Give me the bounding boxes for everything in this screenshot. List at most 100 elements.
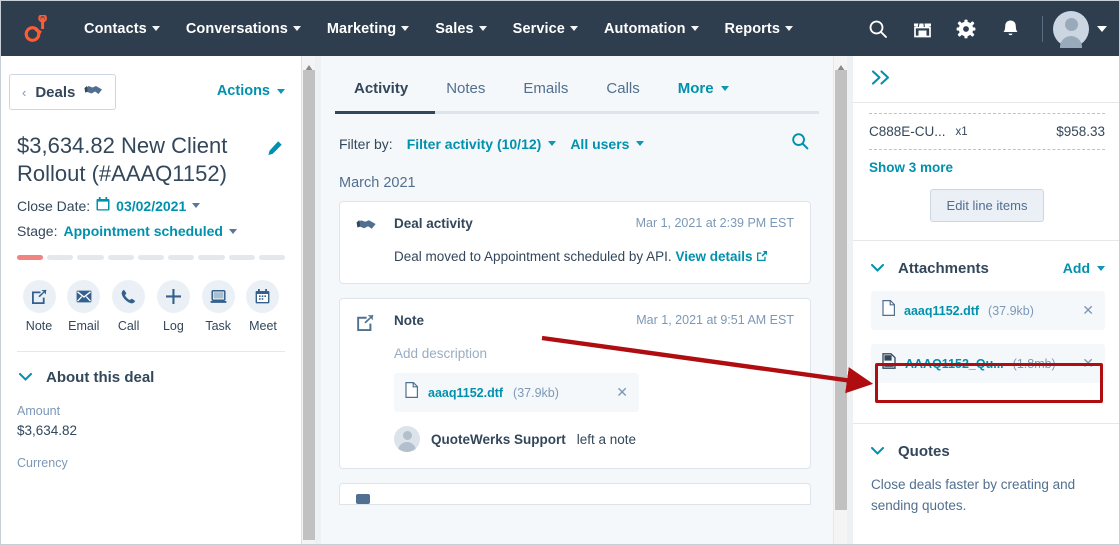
show-more-line-items-link[interactable]: Show 3 more — [869, 160, 1105, 175]
external-link-icon[interactable] — [756, 249, 768, 264]
pdf-file-icon — [882, 353, 896, 374]
timeline-card-partial[interactable] — [339, 483, 811, 505]
stage-segment[interactable] — [198, 255, 224, 260]
filter-activity-dropdown[interactable]: Filter activity (10/12) — [407, 136, 557, 152]
task-icon — [202, 280, 235, 313]
nav-item-conversations[interactable]: Conversations — [173, 21, 314, 37]
scrollbar-thumb[interactable] — [303, 70, 315, 540]
quotes-section-header: Quotes — [853, 424, 1120, 460]
tab-label: More — [678, 80, 714, 97]
tab-activity[interactable]: Activity — [335, 62, 427, 111]
quick-action-task[interactable]: Task — [198, 280, 238, 333]
add-attachment-label: Add — [1063, 260, 1090, 276]
plus-icon — [157, 280, 190, 313]
quick-action-email[interactable]: Email — [64, 280, 104, 333]
property-label-currency: Currency — [17, 456, 285, 470]
stage-segment[interactable] — [17, 255, 43, 260]
stage-segment[interactable] — [229, 255, 255, 260]
add-attachment-button[interactable]: Add — [1063, 260, 1105, 276]
quick-action-label: Task — [205, 319, 231, 333]
tab-emails[interactable]: Emails — [504, 62, 587, 111]
back-to-deals-button[interactable]: ‹ Deals — [9, 74, 116, 110]
stage-segment[interactable] — [259, 255, 285, 260]
line-item-amount: $958.33 — [1056, 124, 1105, 139]
gear-icon[interactable] — [944, 9, 988, 49]
attachments-title: Attachments — [898, 260, 989, 277]
stage-value[interactable]: Appointment scheduled — [63, 223, 222, 239]
timeline-scrollbar[interactable] — [833, 56, 847, 545]
attachment-item-pdf[interactable]: AAAQ1152_Qu... (1.8mb) ✕ — [871, 344, 1105, 383]
nav-item-contacts[interactable]: Contacts — [71, 21, 173, 37]
chevron-left-icon: ‹ — [22, 85, 26, 100]
close-date-value[interactable]: 03/02/2021 — [116, 198, 186, 214]
nav-item-label: Marketing — [327, 21, 396, 37]
nav-item-sales[interactable]: Sales — [422, 21, 499, 37]
chevron-down-icon[interactable] — [192, 203, 200, 208]
view-details-link[interactable]: View details — [675, 249, 752, 264]
close-icon[interactable]: ✕ — [1082, 302, 1094, 319]
quick-action-label: Call — [118, 319, 140, 333]
chevron-down-icon — [479, 26, 487, 31]
close-icon[interactable]: ✕ — [616, 384, 628, 401]
note-icon — [356, 494, 370, 504]
about-this-deal-section-header[interactable]: About this deal — [17, 352, 285, 386]
nav-item-automation[interactable]: Automation — [591, 21, 712, 37]
timeline-card-deal-activity[interactable]: Deal activity Mar 1, 2021 at 2:39 PM EST… — [339, 201, 811, 284]
stage-segment[interactable] — [168, 255, 194, 260]
avatar[interactable] — [1053, 11, 1089, 47]
tab-calls[interactable]: Calls — [587, 62, 658, 111]
nav-item-service[interactable]: Service — [500, 21, 591, 37]
stage-label: Stage: — [17, 223, 57, 239]
page-columns: ‹ Deals Actions — [1, 56, 1120, 545]
stage-segment[interactable] — [108, 255, 134, 260]
property-value-amount[interactable]: $3,634.82 — [17, 423, 285, 438]
file-icon — [405, 382, 418, 403]
nav-item-label: Service — [513, 21, 565, 37]
chevron-double-right-icon[interactable] — [871, 72, 893, 89]
add-description-placeholder[interactable]: Add description — [394, 346, 794, 361]
filter-activity-label: Filter activity (10/12) — [407, 136, 542, 152]
hubspot-deal-record-page: Contacts Conversations Marketing Sales S… — [0, 0, 1120, 545]
edit-line-items-button[interactable]: Edit line items — [930, 189, 1045, 222]
note-attachment[interactable]: aaaq1152.dtf (37.9kb) ✕ — [394, 373, 639, 412]
all-users-dropdown[interactable]: All users — [570, 136, 644, 152]
quick-action-log[interactable]: Log — [153, 280, 193, 333]
tab-notes[interactable]: Notes — [427, 62, 504, 111]
page-title: $3,634.82 New Client Rollout (#AAAQ1152) — [17, 132, 285, 188]
hubspot-sprocket-logo[interactable] — [17, 12, 57, 46]
quick-action-call[interactable]: Call — [109, 280, 149, 333]
attachment-item-dtf[interactable]: aaaq1152.dtf (37.9kb) ✕ — [871, 291, 1105, 330]
nav-item-marketing[interactable]: Marketing — [314, 21, 422, 37]
chevron-down-icon[interactable] — [871, 442, 884, 460]
attachment-filename[interactable]: AAAQ1152_Qu... — [905, 357, 1004, 371]
close-icon[interactable]: ✕ — [1082, 355, 1094, 372]
search-icon[interactable] — [791, 132, 817, 155]
stage-segment[interactable] — [77, 255, 103, 260]
left-sidebar-scrollbar[interactable] — [301, 56, 315, 545]
actions-dropdown-button[interactable]: Actions — [217, 83, 285, 99]
chevron-down-icon[interactable] — [871, 259, 884, 277]
calendar-icon — [246, 280, 279, 313]
quick-action-note[interactable]: Note — [19, 280, 59, 333]
timeline-tabs: Activity Notes Emails Calls More — [321, 62, 833, 111]
tab-more[interactable]: More — [659, 62, 748, 111]
chevron-down-icon[interactable] — [1097, 20, 1107, 38]
note-author-name[interactable]: QuoteWerks Support — [431, 432, 566, 447]
attachment-filename[interactable]: aaaq1152.dtf — [904, 304, 979, 318]
chevron-down-icon[interactable] — [229, 229, 237, 234]
scrollbar-thumb[interactable] — [835, 70, 847, 510]
handshake-icon — [84, 83, 103, 101]
search-icon[interactable] — [856, 9, 900, 49]
bell-icon[interactable] — [988, 9, 1032, 49]
stage-segment[interactable] — [138, 255, 164, 260]
nav-item-reports[interactable]: Reports — [712, 21, 807, 37]
line-item-row[interactable]: C888E-CU... x1 $958.33 — [869, 113, 1105, 150]
stage-segment[interactable] — [47, 255, 73, 260]
quick-action-meet[interactable]: Meet — [243, 280, 283, 333]
timeline-card-note[interactable]: Note Mar 1, 2021 at 9:51 AM EST Add desc… — [339, 298, 811, 469]
attachment-filename[interactable]: aaaq1152.dtf — [428, 386, 503, 400]
right-sidebar: C888E-CU... x1 $958.33 Show 3 more Edit … — [853, 56, 1120, 545]
pencil-icon[interactable] — [267, 135, 283, 163]
marketplace-icon[interactable] — [900, 9, 944, 49]
deal-stage-progress-bar[interactable] — [17, 255, 285, 260]
